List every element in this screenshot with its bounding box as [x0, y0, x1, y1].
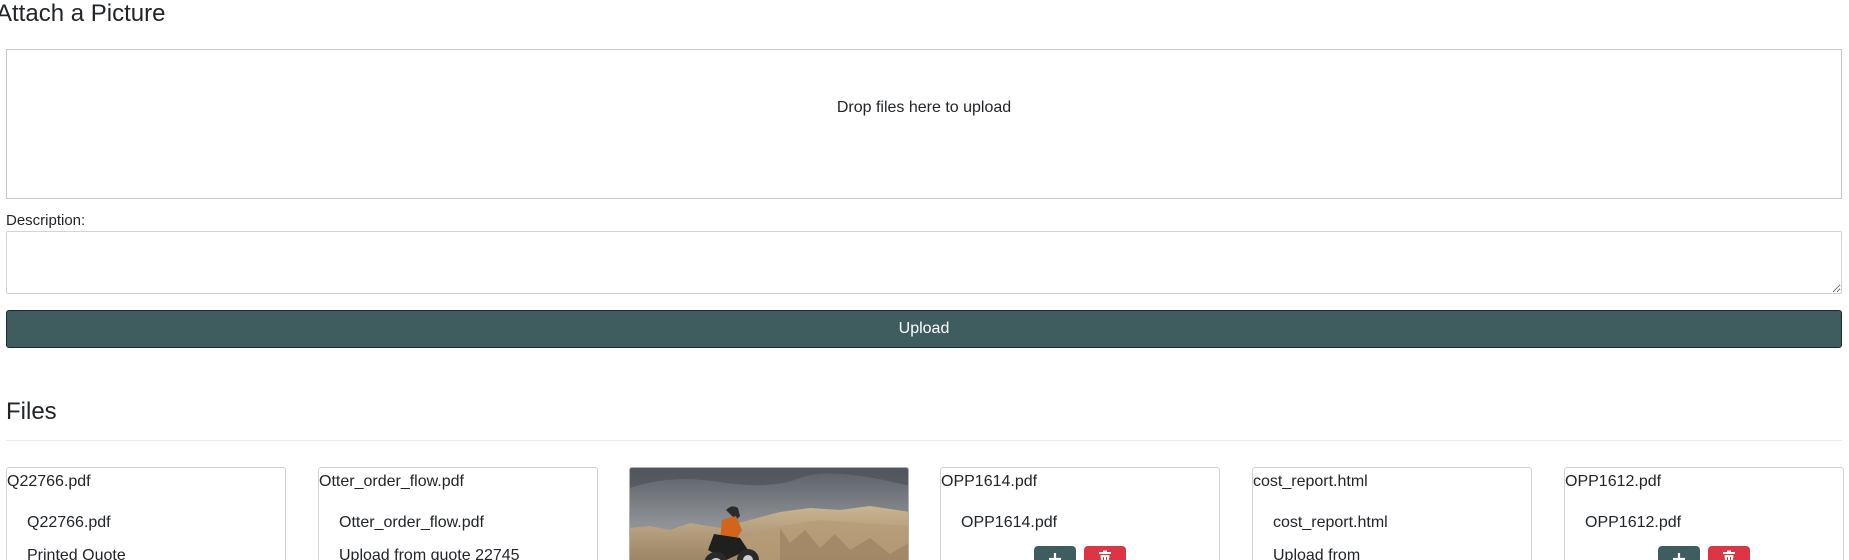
file-card-title: cost_report.html	[1253, 473, 1368, 490]
file-card-title: Otter_order_flow.pdf	[319, 473, 464, 490]
motorcycle-photo	[630, 468, 908, 560]
file-card: Otter_order_flow.pdf Otter_order_flow.pd…	[318, 467, 598, 560]
trash-icon	[1723, 550, 1735, 560]
file-card-title: OPP1612.pdf	[1565, 473, 1662, 490]
add-icon	[1049, 553, 1061, 560]
file-description: Printed Quote	[27, 547, 126, 560]
delete-button[interactable]	[1708, 546, 1750, 560]
description-label: Description:	[6, 212, 86, 229]
file-link[interactable]: Q22766.pdf	[27, 513, 111, 533]
trash-icon	[1099, 550, 1111, 560]
add-button[interactable]	[1658, 546, 1700, 560]
attachment-page: Attach a Picture Drop files here to uplo…	[0, 0, 1849, 560]
file-card-title: OPP1614.pdf	[941, 473, 1038, 490]
file-card: OPP1612.pdf OPP1612.pdf	[1564, 467, 1844, 560]
files-heading: Files	[6, 398, 57, 425]
upload-button[interactable]: Upload	[6, 310, 1842, 348]
file-card: Q22766.pdf Q22766.pdf Printed Quote	[6, 467, 286, 560]
add-icon	[1673, 553, 1685, 560]
file-card: OPP1614.pdf OPP1614.pdf	[940, 467, 1220, 560]
file-dropzone[interactable]: Drop files here to upload	[6, 49, 1842, 199]
file-actions	[1565, 546, 1843, 560]
file-card: cost_report.html cost_report.html Upload…	[1252, 467, 1532, 560]
page-title: Attach a Picture	[0, 0, 166, 27]
file-description: Upload from	[1273, 547, 1361, 560]
files-divider	[6, 440, 1842, 441]
file-link[interactable]: Otter_order_flow.pdf	[339, 513, 484, 533]
delete-button[interactable]	[1084, 546, 1126, 560]
description-input[interactable]	[6, 231, 1842, 294]
add-button[interactable]	[1034, 546, 1076, 560]
file-description: Upload from quote 22745	[339, 547, 520, 560]
file-actions	[941, 546, 1219, 560]
file-card-title: Q22766.pdf	[7, 473, 91, 490]
file-link[interactable]: OPP1614.pdf	[961, 513, 1057, 533]
image-preview[interactable]	[629, 467, 909, 560]
file-link[interactable]: cost_report.html	[1273, 513, 1388, 533]
dropzone-text: Drop files here to upload	[836, 99, 1012, 116]
file-link[interactable]: OPP1612.pdf	[1585, 513, 1681, 533]
